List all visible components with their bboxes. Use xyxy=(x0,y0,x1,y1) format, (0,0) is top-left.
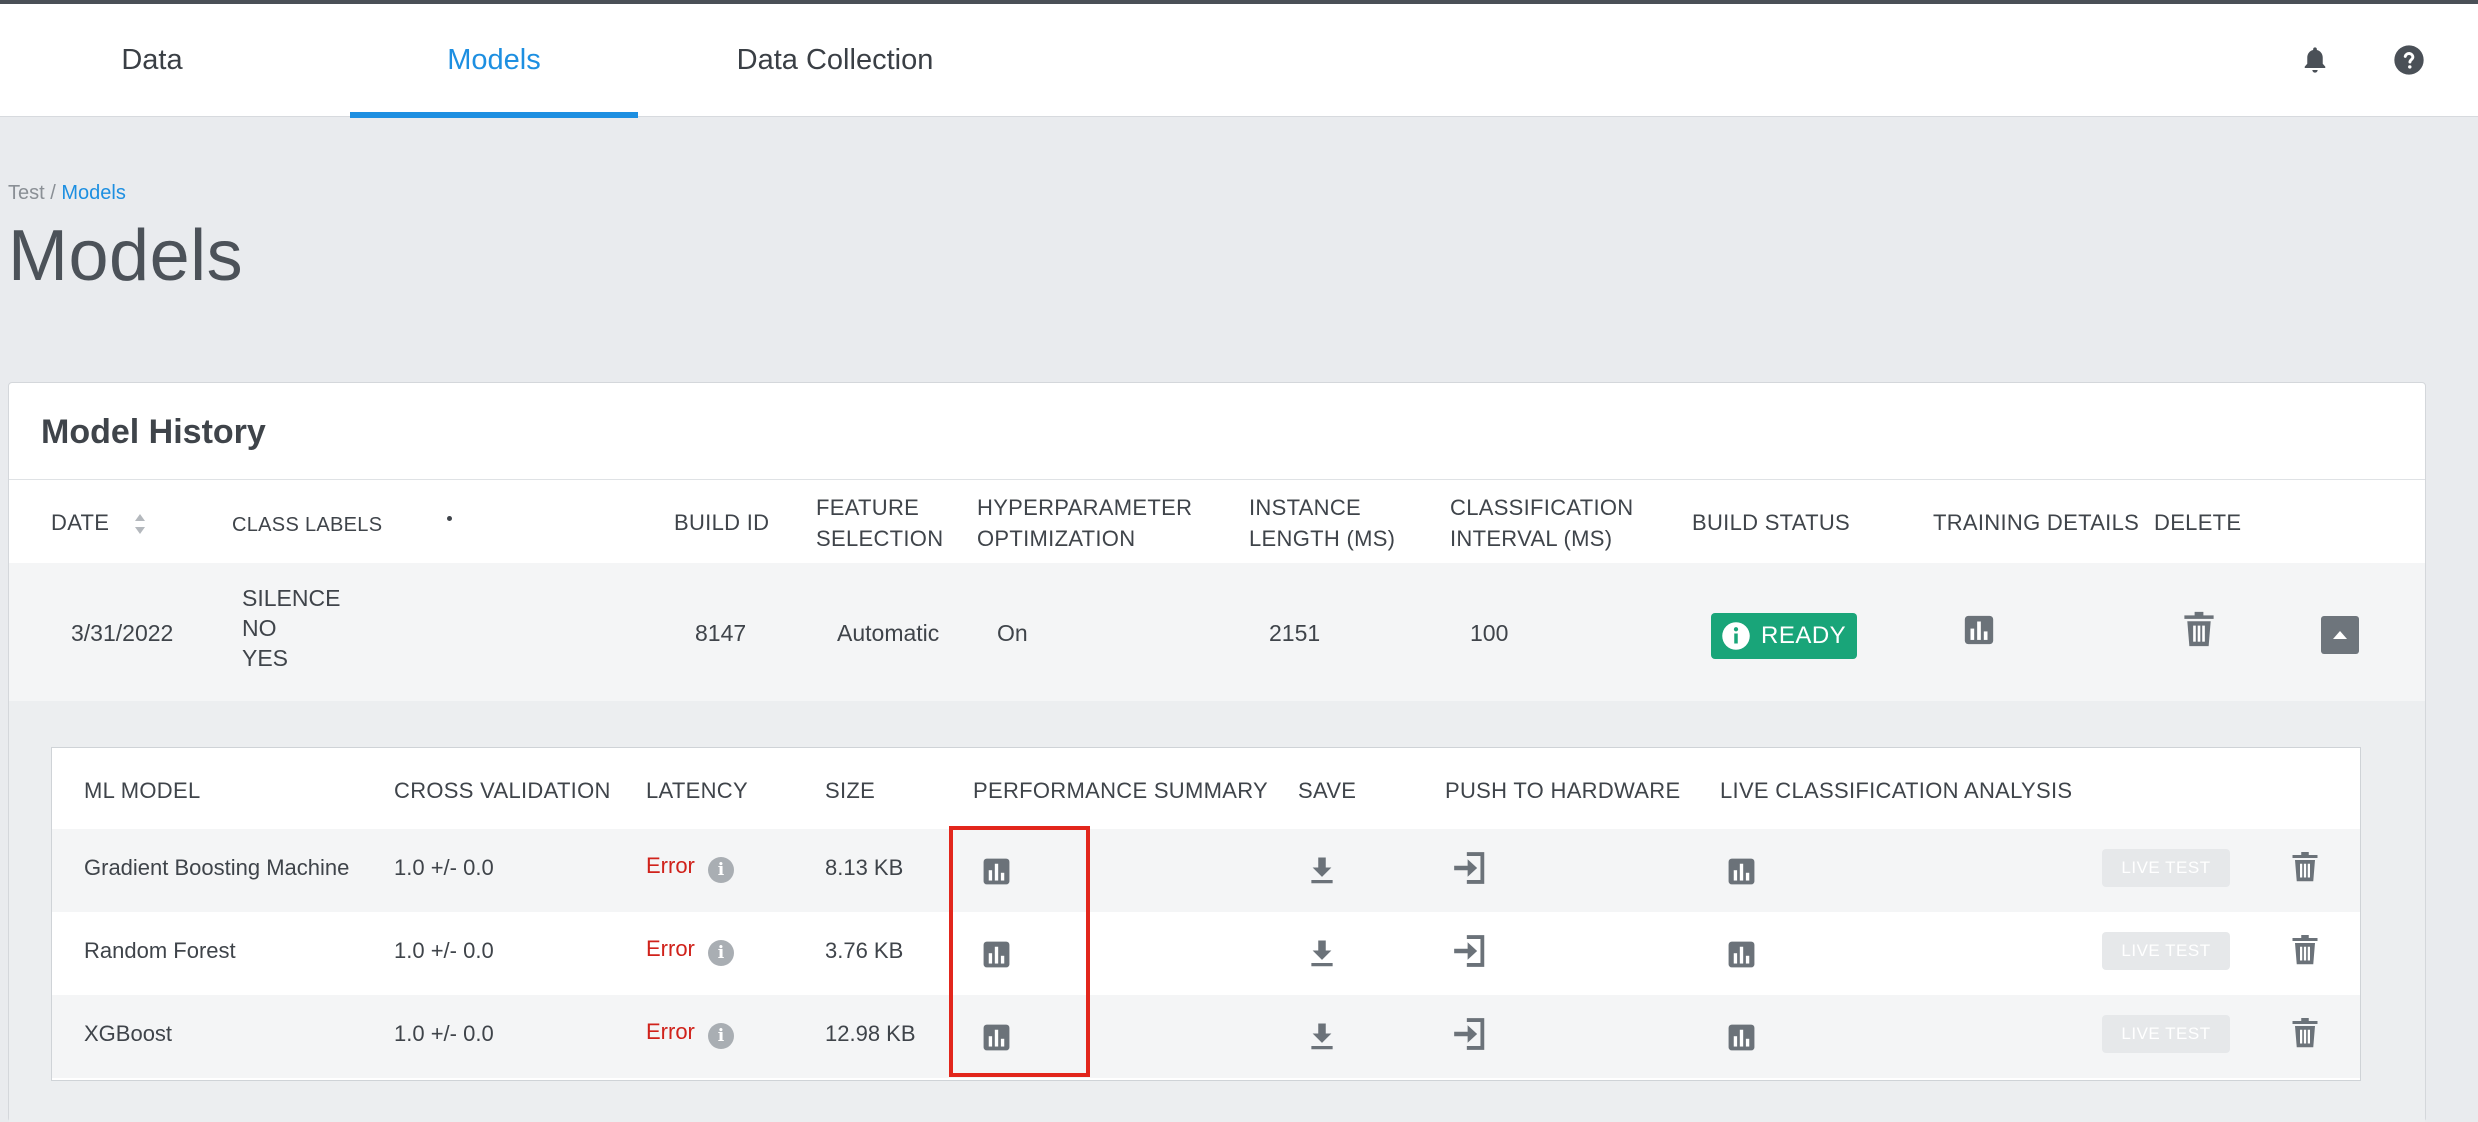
download-icon[interactable] xyxy=(1307,938,1337,968)
model-history-row[interactable]: 3/31/2022 SILENCE NO YES 8147 Automatic … xyxy=(9,563,2425,701)
performance-summary-highlight xyxy=(949,826,1090,1077)
top-navigation: Data Models Data Collection xyxy=(0,4,2478,118)
live-classification-icon[interactable] xyxy=(1726,1022,1757,1053)
header-training-details: TRAINING DETAILS xyxy=(1933,510,2140,535)
divider xyxy=(9,479,2425,480)
model-size: 8.13 KB xyxy=(825,855,904,880)
cross-validation-value: 1.0 +/- 0.0 xyxy=(394,1021,494,1046)
help-icon[interactable] xyxy=(2393,44,2425,76)
header-delete: DELETE xyxy=(2154,510,2242,535)
class-label-yes: YES xyxy=(242,645,289,671)
class-label-no: NO xyxy=(242,615,277,641)
breadcrumb-current[interactable]: Models xyxy=(61,182,125,204)
live-test-button[interactable]: LIVE TEST xyxy=(2102,1015,2230,1053)
status-text: READY xyxy=(1761,622,1847,649)
delete-model-icon[interactable] xyxy=(2290,851,2320,884)
download-icon[interactable] xyxy=(1307,1021,1337,1051)
header-build-status: BUILD STATUS xyxy=(1692,510,1851,535)
download-icon[interactable] xyxy=(1307,855,1337,885)
live-classification-icon[interactable] xyxy=(1726,856,1757,887)
header-classification-interval-line1: CLASSIFICATION xyxy=(1450,495,1634,520)
model-name: Random Forest xyxy=(84,938,236,963)
header-classification-interval: CLASSIFICATION INTERVAL (MS) xyxy=(1450,492,1634,554)
header-performance-summary: PERFORMANCE SUMMARY xyxy=(973,778,1268,803)
row-date: 3/31/2022 xyxy=(71,620,174,646)
latency-error: Error xyxy=(646,936,695,961)
header-feature-selection: FEATURE SELECTION xyxy=(816,492,943,554)
row-classification-interval: 100 xyxy=(1470,620,1509,646)
row-instance-length: 2151 xyxy=(1269,620,1321,646)
info-icon[interactable]: i xyxy=(708,1023,734,1049)
live-test-button[interactable]: LIVE TEST xyxy=(2102,849,2230,887)
model-row-xgboost[interactable]: XGBoost 1.0 +/- 0.0 Error i 12.98 KB LIV… xyxy=(52,995,2360,1078)
sort-icon[interactable] xyxy=(133,511,147,537)
push-to-hardware-icon[interactable] xyxy=(1451,1015,1489,1053)
live-test-button[interactable]: LIVE TEST xyxy=(2102,932,2230,970)
header-instance-length: INSTANCE LENGTH (MS) xyxy=(1249,492,1395,554)
header-classification-interval-line2: INTERVAL (MS) xyxy=(1450,526,1613,551)
row-class-labels: SILENCE NO YES xyxy=(242,583,340,673)
header-instance-length-line2: LENGTH (MS) xyxy=(1249,526,1396,551)
push-to-hardware-icon[interactable] xyxy=(1451,849,1489,887)
row-hyperparameter: On xyxy=(997,620,1028,646)
status-badge[interactable]: READY xyxy=(1711,613,1857,659)
tab-data-collection[interactable]: Data Collection xyxy=(700,4,970,117)
info-icon[interactable]: i xyxy=(708,940,734,966)
model-name: Gradient Boosting Machine xyxy=(84,855,350,880)
tab-models[interactable]: Models xyxy=(350,4,638,118)
page-title: Models xyxy=(8,216,244,296)
header-hyperparameter-line1: HYPERPARAMETER xyxy=(977,495,1193,520)
breadcrumb: Test / Models xyxy=(8,182,126,205)
delete-trash-icon[interactable] xyxy=(2181,611,2217,649)
delete-model-icon[interactable] xyxy=(2290,934,2320,967)
bell-icon[interactable] xyxy=(2299,44,2331,76)
model-size: 3.76 KB xyxy=(825,938,904,963)
row-build-id: 8147 xyxy=(695,620,747,646)
cross-validation-value: 1.0 +/- 0.0 xyxy=(394,938,494,963)
header-cross-validation: CROSS VALIDATION xyxy=(394,778,611,803)
header-live-classification: LIVE CLASSIFICATION ANALYSIS xyxy=(1720,778,2073,803)
latency-error: Error xyxy=(646,1019,695,1044)
delete-model-icon[interactable] xyxy=(2290,1017,2320,1050)
collapse-button[interactable] xyxy=(2321,616,2359,654)
header-ml-model: ML MODEL xyxy=(84,778,201,803)
header-date[interactable]: DATE xyxy=(51,507,109,538)
ml-model-table: ML MODEL CROSS VALIDATION LATENCY SIZE P… xyxy=(51,747,2361,1081)
live-classification-icon[interactable] xyxy=(1726,939,1757,970)
header-build-id: BUILD ID xyxy=(674,510,770,535)
model-row-random-forest[interactable]: Random Forest 1.0 +/- 0.0 Error i 3.76 K… xyxy=(52,912,2360,995)
tab-data[interactable]: Data xyxy=(60,4,244,117)
latency-error: Error xyxy=(646,853,695,878)
training-details-chart-icon[interactable] xyxy=(1962,613,1996,647)
class-label-silence: SILENCE xyxy=(242,585,341,611)
header-class-labels: CLASS LABELS xyxy=(232,514,383,536)
breadcrumb-separator: / xyxy=(44,182,62,204)
info-icon xyxy=(1722,622,1750,650)
cross-validation-value: 1.0 +/- 0.0 xyxy=(394,855,494,880)
info-icon[interactable]: i xyxy=(708,857,734,883)
dot-marker xyxy=(447,516,452,521)
model-size: 12.98 KB xyxy=(825,1021,916,1046)
model-name: XGBoost xyxy=(84,1021,173,1046)
header-hyperparameter-line2: OPTIMIZATION xyxy=(977,526,1136,551)
breadcrumb-parent[interactable]: Test xyxy=(8,182,45,204)
header-feature-selection-line2: SELECTION xyxy=(816,526,944,551)
row-feature-selection: Automatic xyxy=(837,620,940,646)
header-push-to-hardware: PUSH TO HARDWARE xyxy=(1445,778,1681,803)
card-title: Model History xyxy=(41,413,266,451)
header-latency: LATENCY xyxy=(646,778,748,803)
model-row-gbm[interactable]: Gradient Boosting Machine 1.0 +/- 0.0 Er… xyxy=(52,829,2360,912)
header-save: SAVE xyxy=(1298,778,1357,803)
header-feature-selection-line1: FEATURE xyxy=(816,495,920,520)
push-to-hardware-icon[interactable] xyxy=(1451,932,1489,970)
header-instance-length-line1: INSTANCE xyxy=(1249,495,1362,520)
header-size: SIZE xyxy=(825,778,876,803)
header-hyperparameter: HYPERPARAMETER OPTIMIZATION xyxy=(977,492,1192,554)
caret-up-icon xyxy=(2333,631,2347,639)
